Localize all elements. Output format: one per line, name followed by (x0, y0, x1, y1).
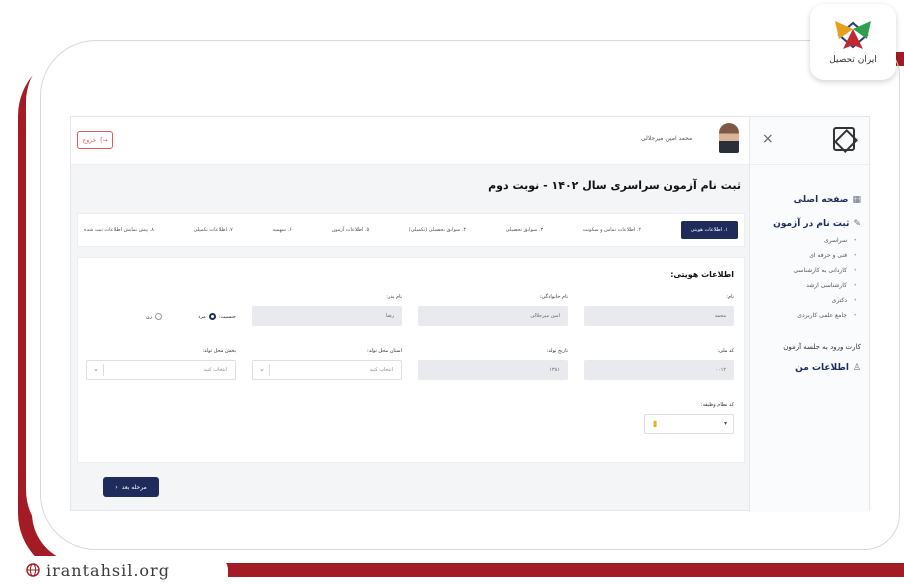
gender-group-female: زن (146, 313, 162, 320)
grid-icon: ▦ (852, 195, 861, 205)
sidebar-subitem[interactable]: جامع علمی کاربردی (756, 312, 857, 319)
birth-date-field[interactable]: ۱۳۸۱ (418, 360, 568, 380)
birth-province-select[interactable]: انتخاب کنید ⌄ (252, 360, 402, 380)
globe-icon (26, 563, 40, 577)
user-icon: ♙ (852, 363, 861, 373)
next-step-label: مرحله بعد (121, 483, 147, 491)
step-2[interactable]: ۲. اطلاعات تماس و سکونت (583, 227, 641, 233)
gender-radio-female[interactable] (155, 313, 162, 320)
exit-label: خروج (82, 136, 97, 144)
last-name-label: نام خانوادگی: (539, 294, 568, 300)
identity-form: اطلاعات هویتی: نام: محمد نام خانوادگی: ا… (77, 257, 745, 463)
sidebar-item-label: ثبت نام در آزمون (773, 219, 850, 229)
sidebar-subitem[interactable]: کاردانی به کارشناسی (756, 267, 857, 274)
gender-option-male: مرد (198, 313, 206, 320)
gender-label: جنسیت: (218, 313, 236, 320)
duty-status-select[interactable]: ▮ ▾ (644, 414, 734, 434)
sidebar-item-home[interactable]: ▦ صفحه اصلی (756, 195, 861, 205)
logo-text: ایران تحصیل (829, 55, 877, 65)
gender-group: جنسیت: مرد (198, 313, 236, 320)
duty-status-label: کد نظام وظیفه: (700, 402, 734, 408)
step-8[interactable]: ۸. پیش نمایش اطلاعات ثبت شده (84, 227, 154, 233)
national-code-label: کد ملی: (717, 348, 734, 354)
page-title: ثبت نام آزمون سراسری سال ۱۴۰۲ - نوبت دوم (488, 179, 741, 192)
step-7[interactable]: ۷. اطلاعات تکمیلی (193, 227, 232, 233)
next-step-button[interactable]: مرحله بعد ‹ (103, 477, 159, 497)
last-name-field[interactable]: امین میرجلالی (418, 306, 568, 326)
sidebar-item-register[interactable]: ✎ ثبت نام در آزمون (756, 219, 861, 229)
step-4[interactable]: ۴. سوابق تحصیلی (تکمیلی) (409, 227, 466, 233)
brand-logo: ایران تحصیل (810, 4, 896, 80)
avatar[interactable] (719, 123, 739, 153)
gender-option-female: زن (145, 313, 152, 320)
step-5[interactable]: ۵. اطلاعات آزمون (331, 227, 369, 233)
sidebar-item-entry-card[interactable]: کارت ورود به جلسه آزمون (756, 343, 861, 351)
dropdown-arrow-icon: ▾ (723, 420, 727, 427)
top-bar: خروج [→ محمد امین میرجلالی (71, 117, 749, 165)
first-name-field[interactable]: محمد (584, 306, 734, 326)
sidebar-subitem[interactable]: کارشناسی ارشد (756, 282, 857, 289)
father-name-field[interactable]: رضا (252, 306, 402, 326)
step-3[interactable]: ۳. سوابق تحصیلی (506, 227, 543, 233)
app-logo-icon (833, 127, 855, 151)
chevron-down-icon: ⌄ (259, 365, 265, 373)
user-name: محمد امین میرجلالی (641, 135, 693, 142)
sidebar-menu: ▦ صفحه اصلی ✎ ثبت نام در آزمون سراسری فن… (750, 165, 869, 373)
select-divider (103, 364, 104, 376)
document-icon: ▮ (653, 419, 658, 428)
first-name-label: نام: (726, 294, 734, 300)
select-divider (269, 364, 270, 376)
birth-district-label: بخش محل تولد: (202, 348, 236, 354)
select-placeholder: انتخاب کنید (203, 367, 227, 373)
sidebar-item-label: صفحه اصلی (793, 195, 849, 205)
watermark: irantahsil.org (16, 556, 228, 584)
exit-button[interactable]: خروج [→ (77, 131, 113, 149)
national-code-field[interactable]: ۰۰۱۲ (584, 360, 734, 380)
page: ایران تحصیل خروج [→ محمد امین میرجلالی ×… (0, 0, 904, 584)
sidebar-item-my-info[interactable]: ♙ اطلاعات من (756, 363, 861, 373)
sidebar-subitem[interactable]: فنی و حرفه ای (756, 252, 857, 259)
gender-radio-male[interactable] (208, 313, 216, 320)
chevron-left-icon: ‹ (115, 483, 118, 491)
sidebar-subitem[interactable]: سراسری (756, 237, 857, 244)
user-edit-icon: ✎ (853, 219, 861, 229)
sidebar-item-label: اطلاعات من (795, 363, 849, 373)
app-window: خروج [→ محمد امین میرجلالی × ▦ صفحه اصلی… (70, 116, 870, 512)
birth-district-select[interactable]: انتخاب کنید ⌄ (86, 360, 236, 380)
section-title: اطلاعات هویتی: (670, 270, 734, 279)
sidebar: × ▦ صفحه اصلی ✎ ثبت نام در آزمون سراسری … (749, 117, 869, 512)
birth-date-label: تاریخ تولد: (546, 348, 568, 354)
step-6[interactable]: ۶. سهمیه (272, 227, 291, 233)
father-name-label: نام پدر: (386, 294, 402, 300)
select-placeholder: انتخاب کنید (369, 367, 393, 373)
step-1[interactable]: ۱. اطلاعات هویتی (680, 221, 738, 239)
logout-icon: [→ (100, 136, 108, 144)
watermark-url: irantahsil.org (46, 560, 170, 580)
sidebar-header: × (750, 117, 869, 165)
birth-province-label: استان محل تولد: (367, 348, 402, 354)
step-indicator: ۱. اطلاعات هویتی ۲. اطلاعات تماس و سکونت… (77, 213, 745, 247)
sidebar-subitem[interactable]: دکتری (756, 297, 857, 304)
close-icon[interactable]: × (762, 131, 774, 147)
logo-icon (835, 21, 871, 49)
chevron-down-icon: ⌄ (93, 365, 99, 373)
